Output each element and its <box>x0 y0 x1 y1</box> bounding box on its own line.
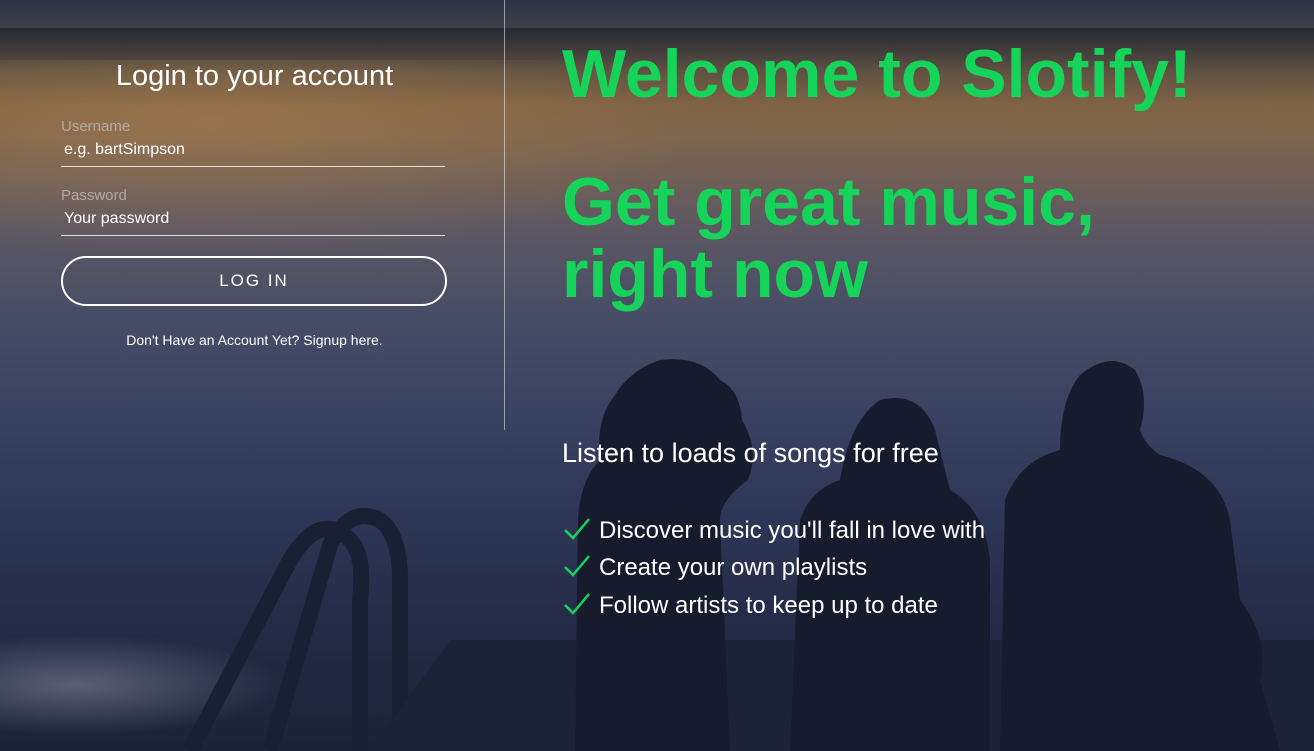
feature-text: Discover music you'll fall in love with <box>599 516 986 544</box>
username-input[interactable] <box>61 138 445 167</box>
page-background: Login to your account Username Password … <box>0 0 1314 751</box>
username-label: Username <box>61 118 131 135</box>
welcome-headline: Welcome to Slotify! <box>562 36 1192 112</box>
check-icon <box>564 555 590 578</box>
feature-item: Follow artists to keep up to date <box>562 587 985 625</box>
check-icon <box>564 592 590 615</box>
feature-list: Discover music you'll fall in love with … <box>562 512 985 625</box>
username-field-group: Username <box>61 118 448 167</box>
subheadline: Get great music, right now <box>562 164 1095 312</box>
check-icon <box>564 517 590 540</box>
password-label: Password <box>61 187 127 204</box>
feature-item: Discover music you'll fall in love with <box>562 512 985 550</box>
signup-link[interactable]: Don't Have an Account Yet? Signup here. <box>61 332 448 348</box>
password-field-group: Password <box>61 187 448 236</box>
feature-text: Follow artists to keep up to date <box>599 591 938 619</box>
login-title: Login to your account <box>115 60 394 92</box>
password-input[interactable] <box>61 207 445 236</box>
feature-item: Create your own playlists <box>562 550 985 588</box>
hero-headings: Welcome to Slotify! Get great music, rig… <box>562 38 1262 310</box>
feature-text: Create your own playlists <box>599 554 868 582</box>
login-form: Login to your account Username Password … <box>61 58 448 348</box>
tagline: Listen to loads of songs for free <box>562 438 939 468</box>
panel-divider <box>504 0 505 430</box>
login-button[interactable]: LOG IN <box>61 256 447 306</box>
